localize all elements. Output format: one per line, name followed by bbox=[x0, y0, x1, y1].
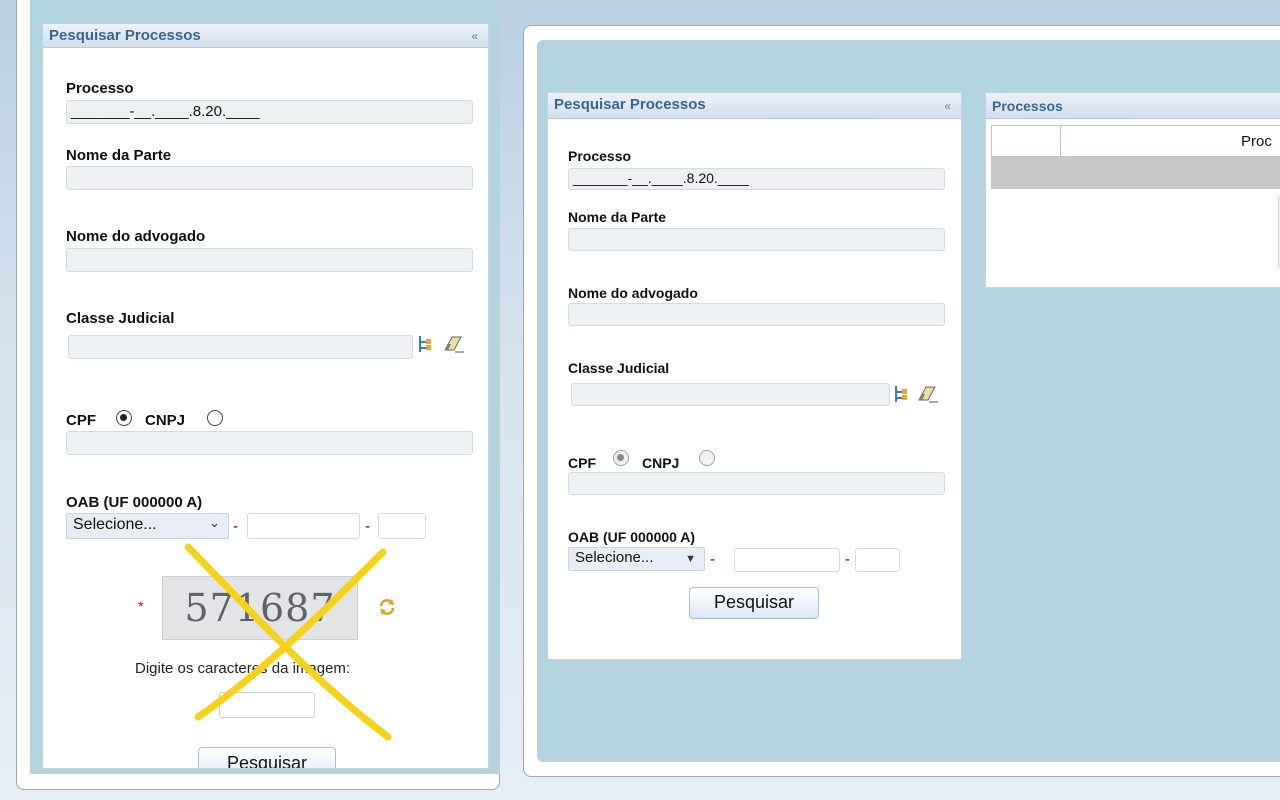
right-tree-icon[interactable] bbox=[894, 385, 908, 403]
right-processo-label: Processo bbox=[568, 148, 632, 164]
left-panel-title: Pesquisar Processos bbox=[49, 27, 201, 44]
left-classe-judicial-label: Classe Judicial bbox=[66, 310, 175, 327]
left-oab-label: OAB (UF 000000 A) bbox=[66, 494, 203, 511]
left-classe-judicial-input[interactable] bbox=[68, 335, 413, 359]
left-oab-uf-select[interactable]: Selecione... ⌄ bbox=[66, 513, 229, 539]
right-cnpj-label: CNPJ bbox=[642, 455, 680, 471]
left-oab-dash-2: - bbox=[365, 518, 370, 535]
right-document-input[interactable] bbox=[568, 472, 945, 495]
processos-column-header[interactable]: Proc bbox=[1241, 133, 1272, 150]
left-search-button[interactable]: Pesquisar bbox=[198, 747, 336, 768]
left-processo-label: Processo bbox=[66, 80, 134, 97]
chevron-down-icon: ⌄ bbox=[209, 515, 220, 530]
right-eraser-icon[interactable] bbox=[915, 385, 939, 403]
right-classe-judicial-input[interactable] bbox=[571, 383, 890, 406]
right-nome-parte-input[interactable] bbox=[568, 228, 945, 251]
left-tree-icon[interactable] bbox=[418, 335, 432, 353]
left-collapse-button[interactable]: « bbox=[471, 29, 478, 43]
right-oab-uf-select[interactable]: Selecione... ▼ bbox=[568, 547, 705, 571]
left-cpf-label: CPF bbox=[66, 412, 96, 429]
left-search-panel: Pesquisar Processos « Processo _______-_… bbox=[42, 23, 489, 769]
right-oab-select-value: Selecione... bbox=[575, 549, 654, 566]
left-nome-advogado-label: Nome do advogado bbox=[66, 228, 206, 245]
right-oab-label: OAB (UF 000000 A) bbox=[568, 529, 696, 545]
left-panel-header: Pesquisar Processos « bbox=[43, 24, 488, 48]
right-cpf-radio[interactable] bbox=[613, 450, 629, 466]
left-cpf-radio[interactable] bbox=[116, 410, 132, 426]
right-classe-judicial-label: Classe Judicial bbox=[568, 360, 670, 376]
right-cnpj-radio[interactable] bbox=[699, 450, 715, 466]
processos-panel-header: Processos bbox=[986, 93, 1280, 119]
left-eraser-icon[interactable] bbox=[441, 335, 465, 353]
left-cnpj-label: CNPJ bbox=[145, 412, 186, 429]
right-nome-advogado-label: Nome do advogado bbox=[568, 285, 698, 301]
right-nome-parte-label: Nome da Parte bbox=[568, 209, 667, 225]
caret-down-icon: ▼ bbox=[685, 553, 696, 565]
left-nome-parte-input[interactable] bbox=[66, 166, 473, 190]
right-search-button[interactable]: Pesquisar bbox=[689, 587, 819, 619]
processos-table-select-column bbox=[992, 126, 1061, 156]
processos-panel: Processos Proc bbox=[985, 92, 1280, 288]
right-oab-dash-2: - bbox=[845, 551, 850, 568]
processos-table-empty-row bbox=[991, 157, 1280, 189]
right-panel-header: Pesquisar Processos « bbox=[548, 93, 961, 119]
left-document-input[interactable] bbox=[66, 431, 473, 455]
left-oab-letter-input[interactable] bbox=[378, 513, 426, 539]
left-nome-parte-label: Nome da Parte bbox=[66, 147, 172, 164]
processos-panel-title: Processos bbox=[992, 98, 1063, 114]
processos-table: Proc bbox=[991, 125, 1280, 157]
left-oab-number-input[interactable] bbox=[247, 513, 360, 539]
right-cpf-label: CPF bbox=[568, 455, 596, 471]
right-nome-advogado-input[interactable] bbox=[568, 303, 945, 326]
right-panel-title: Pesquisar Processos bbox=[554, 96, 706, 113]
right-processo-input[interactable]: _______-__.____.8.20.____ bbox=[568, 168, 945, 190]
right-oab-dash-1: - bbox=[710, 551, 715, 568]
left-cnpj-radio[interactable] bbox=[207, 410, 223, 426]
right-search-panel: Pesquisar Processos « Processo _______-_… bbox=[547, 92, 962, 660]
yellow-x-mark bbox=[184, 543, 392, 741]
left-processo-input[interactable]: _______-__.____.8.20.____ bbox=[66, 100, 473, 124]
left-oab-dash-1: - bbox=[233, 518, 238, 535]
right-oab-letter-input[interactable] bbox=[855, 548, 900, 572]
left-captcha-required-mark: * bbox=[138, 598, 144, 614]
right-collapse-button[interactable]: « bbox=[944, 99, 951, 113]
right-oab-number-input[interactable] bbox=[734, 548, 840, 572]
left-nome-advogado-input[interactable] bbox=[66, 248, 473, 272]
left-oab-select-value: Selecione... bbox=[73, 516, 157, 533]
